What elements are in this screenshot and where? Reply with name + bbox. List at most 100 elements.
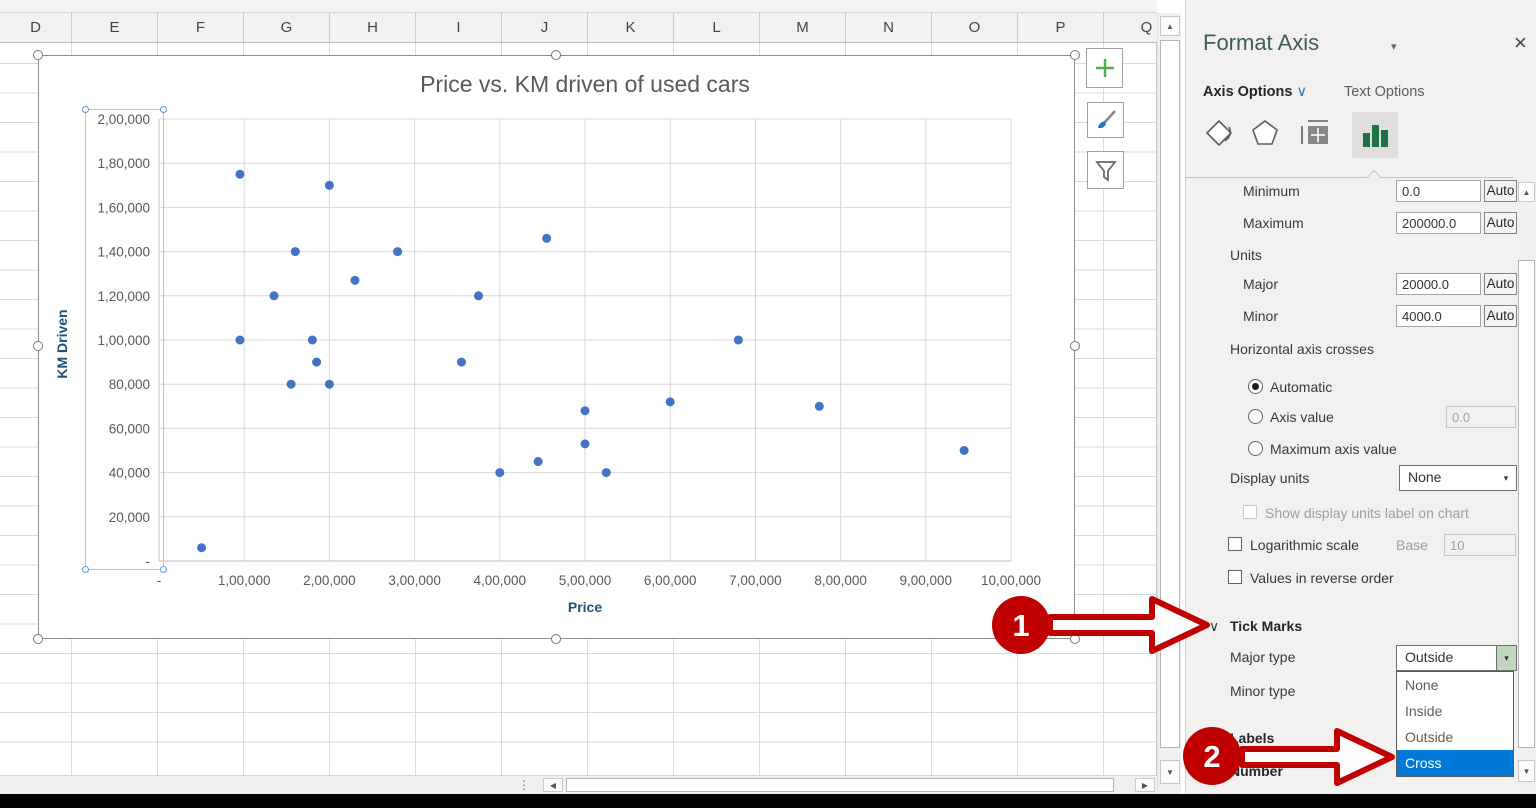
maximum-row: Maximum Auto <box>1186 212 1518 238</box>
axis-selection-handle[interactable] <box>82 566 89 573</box>
max-axis-value-radio-row: Maximum axis value <box>1186 438 1518 464</box>
scroll-left-button[interactable]: ◀ <box>543 778 563 792</box>
chart-resize-handle[interactable] <box>33 634 43 644</box>
minimum-auto-button[interactable]: Auto <box>1484 180 1517 202</box>
column-header-D[interactable]: D <box>0 13 72 42</box>
column-header-N[interactable]: N <box>846 13 932 42</box>
values-reverse-order-checkbox[interactable] <box>1228 570 1242 584</box>
axis-value-radio[interactable] <box>1248 409 1263 424</box>
size-properties-icon[interactable] <box>1298 118 1332 151</box>
tick-marks-section-label[interactable]: Tick Marks <box>1230 618 1302 634</box>
crosses-header-row: Horizontal axis crosses <box>1186 338 1518 364</box>
divider <box>1186 177 1513 178</box>
chart-resize-handle[interactable] <box>1070 341 1080 351</box>
axis-selection-handle[interactable] <box>82 106 89 113</box>
automatic-radio[interactable] <box>1248 379 1263 394</box>
minimum-row: Minimum Auto <box>1186 180 1518 206</box>
column-header-H[interactable]: H <box>330 13 416 42</box>
chart-resize-handle[interactable] <box>551 50 561 60</box>
units-label: Units <box>1230 247 1262 263</box>
scrollbar-grip-icon[interactable]: ⋮ <box>518 778 530 792</box>
chart-elements-button[interactable] <box>1086 48 1123 88</box>
y-axis-title[interactable]: KM Driven <box>54 264 74 424</box>
svg-text:-: - <box>157 573 162 588</box>
column-header-J[interactable]: J <box>502 13 588 42</box>
dropdown-option-inside[interactable]: Inside <box>1397 698 1513 724</box>
svg-text:9,00,000: 9,00,000 <box>900 573 953 588</box>
axis-options-icon-selected[interactable] <box>1352 112 1398 158</box>
horizontal-scrollbar[interactable]: ⋮ ◀ ▶ <box>0 775 1157 794</box>
formula-bar-edge <box>0 0 1157 13</box>
column-header-K[interactable]: K <box>588 13 674 42</box>
chevron-down-icon[interactable]: ∨ <box>1209 618 1219 635</box>
fill-line-icon[interactable] <box>1204 118 1234 151</box>
axis-selection-handle[interactable] <box>160 566 167 573</box>
axis-selection-handle[interactable] <box>160 106 167 113</box>
chart-resize-handle[interactable] <box>1070 50 1080 60</box>
column-header-L[interactable]: L <box>674 13 760 42</box>
display-units-label: Display units <box>1230 470 1309 486</box>
pane-dropdown-icon[interactable]: ▾ <box>1391 40 1397 53</box>
bottom-bar <box>0 794 1536 808</box>
scroll-down-button[interactable]: ▼ <box>1160 760 1180 784</box>
chart-title[interactable]: Price vs. KM driven of used cars <box>159 71 1011 98</box>
chart-resize-handle[interactable] <box>551 634 561 644</box>
svg-text:5,00,000: 5,00,000 <box>559 573 612 588</box>
maximum-axis-value-radio[interactable] <box>1248 441 1263 456</box>
left-arrow-icon: ◀ <box>550 781 556 790</box>
chart-filters-button[interactable] <box>1087 151 1124 189</box>
dropdown-option-none[interactable]: None <box>1397 672 1513 698</box>
column-header-G[interactable]: G <box>244 13 330 42</box>
column-header-E[interactable]: E <box>72 13 158 42</box>
maximum-input[interactable] <box>1396 212 1481 234</box>
column-header-M[interactable]: M <box>760 13 846 42</box>
chart-resize-handle[interactable] <box>33 341 43 351</box>
pane-scroll-up-button[interactable]: ▲ <box>1518 182 1535 202</box>
axis-value-label: Axis value <box>1270 409 1334 425</box>
down-arrow-icon: ▼ <box>1523 767 1531 776</box>
logarithmic-scale-checkbox[interactable] <box>1228 537 1242 551</box>
minimum-label: Minimum <box>1243 183 1300 199</box>
effects-icon[interactable] <box>1250 118 1280 151</box>
minor-auto-button[interactable]: Auto <box>1484 305 1517 327</box>
column-header-O[interactable]: O <box>932 13 1018 42</box>
display-units-dropdown[interactable]: None ▾ <box>1399 465 1517 491</box>
maximum-auto-button[interactable]: Auto <box>1484 212 1517 234</box>
chevron-down-icon: ▾ <box>1496 466 1516 490</box>
labels-section-label[interactable]: Labels <box>1230 730 1274 746</box>
chart-styles-button[interactable] <box>1087 102 1124 138</box>
scroll-right-button[interactable]: ▶ <box>1135 778 1155 792</box>
vertical-scrollbar[interactable]: ▲ ▼ <box>1157 13 1181 794</box>
x-axis-title[interactable]: Price <box>159 599 1011 615</box>
horizontal-axis-crosses-label: Horizontal axis crosses <box>1230 341 1374 357</box>
chart-object[interactable]: -1,00,0002,00,0003,00,0004,00,0005,00,00… <box>38 55 1075 639</box>
column-header-P[interactable]: P <box>1018 13 1104 42</box>
column-header-I[interactable]: I <box>416 13 502 42</box>
close-icon[interactable]: × <box>1514 30 1527 56</box>
vertical-scroll-thumb[interactable] <box>1160 40 1180 748</box>
tab-text-options[interactable]: Text Options <box>1344 84 1425 100</box>
minor-unit-input[interactable] <box>1396 305 1481 327</box>
pane-scroll-thumb[interactable] <box>1518 260 1535 748</box>
column-header-F[interactable]: F <box>158 13 244 42</box>
major-unit-input[interactable] <box>1396 273 1481 295</box>
number-section-label[interactable]: Number <box>1230 763 1283 779</box>
chart-resize-handle[interactable] <box>1070 634 1080 644</box>
selected-y-axis-box[interactable] <box>85 109 164 570</box>
dropdown-option-outside[interactable]: Outside <box>1397 724 1513 750</box>
pane-scroll-down-button[interactable]: ▼ <box>1518 760 1535 782</box>
tick-type-dropdown-list[interactable]: NoneInsideOutsideCross <box>1396 671 1514 777</box>
minimum-input[interactable] <box>1396 180 1481 202</box>
column-header-Q[interactable]: Q <box>1104 13 1157 42</box>
plus-icon <box>1093 56 1117 80</box>
major-auto-button[interactable]: Auto <box>1484 273 1517 295</box>
tab-axis-options[interactable]: Axis Options ∨ <box>1203 84 1307 100</box>
major-type-dropdown[interactable]: Outside ▾ <box>1396 645 1517 671</box>
scroll-up-button[interactable]: ▲ <box>1160 16 1180 36</box>
svg-text:8,00,000: 8,00,000 <box>814 573 867 588</box>
svg-text:3,00,000: 3,00,000 <box>388 573 441 588</box>
dropdown-option-cross[interactable]: Cross <box>1397 750 1513 776</box>
horizontal-scroll-thumb[interactable] <box>566 778 1114 792</box>
chart-resize-handle[interactable] <box>33 50 43 60</box>
pane-scrollbar[interactable]: ▲ ▼ <box>1517 180 1536 794</box>
